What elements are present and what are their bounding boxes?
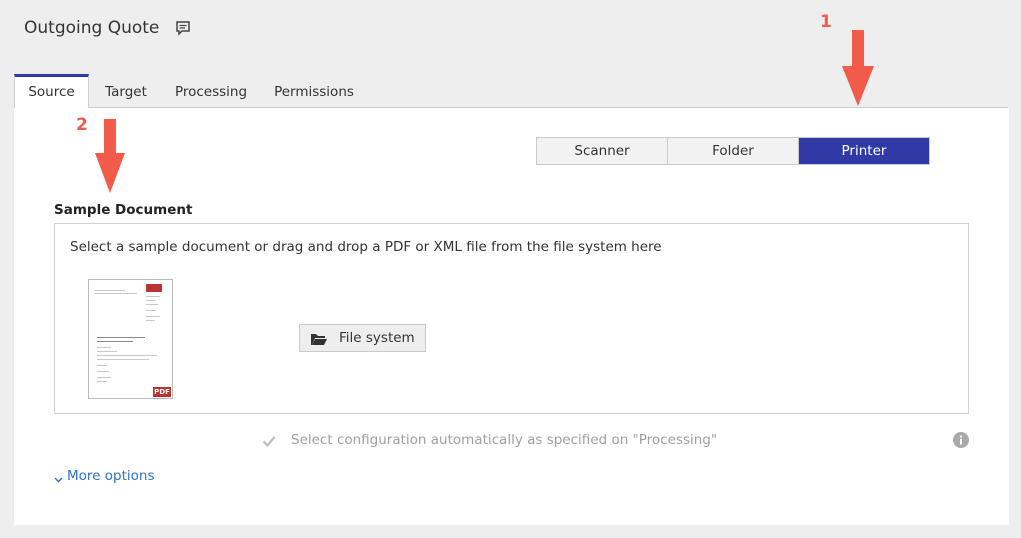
- auto-config-row: Select configuration automatically as sp…: [262, 432, 717, 448]
- page-header: Outgoing Quote: [24, 18, 191, 38]
- more-options-label: More options: [67, 468, 155, 484]
- printer-option[interactable]: Printer: [799, 138, 929, 164]
- sample-document-dropzone[interactable]: Select a sample document or drag and dro…: [54, 223, 969, 414]
- document-logo: [146, 284, 162, 292]
- folder-open-icon: [310, 331, 328, 345]
- tab-source[interactable]: Source: [14, 74, 89, 108]
- scanner-option[interactable]: Scanner: [537, 138, 668, 164]
- annotation-number-1: 1: [820, 12, 832, 32]
- sample-document-heading: Sample Document: [54, 202, 193, 218]
- tab-processing[interactable]: Processing: [163, 74, 259, 107]
- folder-option[interactable]: Folder: [668, 138, 799, 164]
- auto-config-checkbox[interactable]: [262, 433, 276, 448]
- file-system-button[interactable]: File system: [299, 324, 426, 352]
- auto-config-label: Select configuration automatically as sp…: [291, 432, 718, 448]
- tab-target[interactable]: Target: [89, 74, 163, 107]
- source-type-selector: Scanner Folder Printer: [536, 137, 930, 165]
- info-icon[interactable]: [953, 432, 969, 448]
- file-system-label: File system: [339, 330, 415, 346]
- pdf-badge: PDF: [153, 387, 171, 397]
- more-options-link[interactable]: More options: [54, 468, 154, 484]
- tab-permissions[interactable]: Permissions: [259, 74, 369, 107]
- comment-icon[interactable]: [175, 20, 191, 36]
- annotation-number-2: 2: [76, 115, 88, 135]
- page-title: Outgoing Quote: [24, 18, 160, 38]
- annotation-arrow-2-icon: [95, 119, 125, 193]
- dropzone-hint: Select a sample document or drag and dro…: [70, 239, 662, 255]
- sample-document-thumbnail[interactable]: PDF: [88, 279, 173, 399]
- chevron-down-icon: [54, 472, 63, 482]
- annotation-arrow-1-icon: [842, 30, 874, 106]
